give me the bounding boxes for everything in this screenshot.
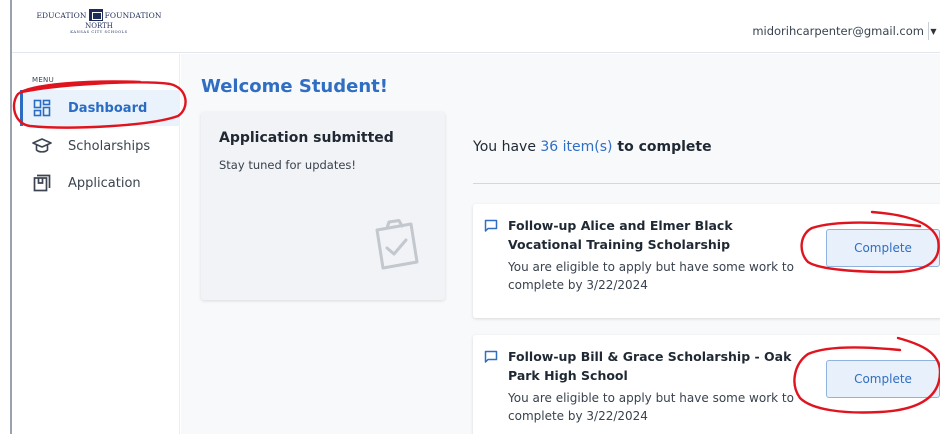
todo-summary: You have 36 item(s) to complete	[473, 139, 712, 155]
task-card: Follow-up Bill & Grace Scholarship - Oak…	[473, 335, 940, 434]
logo-tagline: KANSAS CITY SCHOOLS	[70, 30, 128, 34]
task-description: You are eligible to apply but have some …	[508, 260, 794, 292]
message-icon	[484, 219, 498, 232]
complete-button[interactable]: Complete	[826, 360, 940, 398]
caret-down-icon[interactable]: ▼	[928, 22, 938, 40]
main-content: Welcome Student! Application submitted S…	[181, 54, 940, 434]
sidebar-item-label: Dashboard	[68, 100, 148, 116]
graduation-cap-icon	[32, 136, 52, 156]
menu-label: MENU	[32, 76, 55, 84]
foundation-logo[interactable]: EDUCATION FOUNDATION NORTH KANSAS CITY S…	[34, 9, 164, 49]
clipboard-check-icon	[375, 219, 419, 270]
divider	[473, 183, 940, 184]
user-menu[interactable]: midorihcarpenter@gmail.com ▼	[752, 22, 938, 40]
sidebar-item-dashboard[interactable]: Dashboard	[20, 90, 180, 126]
dashboard-icon	[32, 98, 52, 118]
logo-left-text: EDUCATION	[36, 10, 87, 20]
task-card: Follow-up Alice and Elmer Black Vocation…	[473, 204, 940, 318]
task-title: Follow-up Alice and Elmer Black Vocation…	[508, 218, 733, 252]
task-title: Follow-up Bill & Grace Scholarship - Oak…	[508, 349, 792, 383]
application-status-card: Application submitted Stay tuned for upd…	[201, 112, 445, 300]
status-title: Application submitted	[219, 130, 394, 146]
sidebar-item-application[interactable]: Application	[20, 165, 180, 201]
status-subtitle: Stay tuned for updates!	[219, 158, 357, 172]
user-email: midorihcarpenter@gmail.com	[752, 24, 924, 38]
sidebar-item-label: Application	[68, 175, 141, 191]
sidebar-item-label: Scholarships	[68, 138, 151, 154]
todo-prefix: You have	[473, 139, 541, 155]
logo-subtitle: NORTH	[85, 22, 113, 30]
sidebar: MENU Dashboard Scholarships Application	[12, 54, 180, 434]
top-header: EDUCATION FOUNDATION NORTH KANSAS CITY S…	[12, 0, 940, 53]
sidebar-item-scholarships[interactable]: Scholarships	[20, 128, 180, 164]
message-icon	[484, 350, 498, 363]
todo-count[interactable]: 36 item(s)	[540, 139, 612, 155]
logo-emblem-icon	[88, 9, 103, 21]
task-description: You are eligible to apply but have some …	[508, 391, 794, 423]
page-title: Welcome Student!	[201, 76, 388, 97]
logo-right-text: FOUNDATION	[104, 10, 162, 20]
logo-wordmark: EDUCATION FOUNDATION	[34, 9, 164, 21]
complete-button[interactable]: Complete	[826, 229, 940, 267]
application-icon	[32, 173, 52, 193]
todo-suffix: to complete	[612, 139, 712, 155]
